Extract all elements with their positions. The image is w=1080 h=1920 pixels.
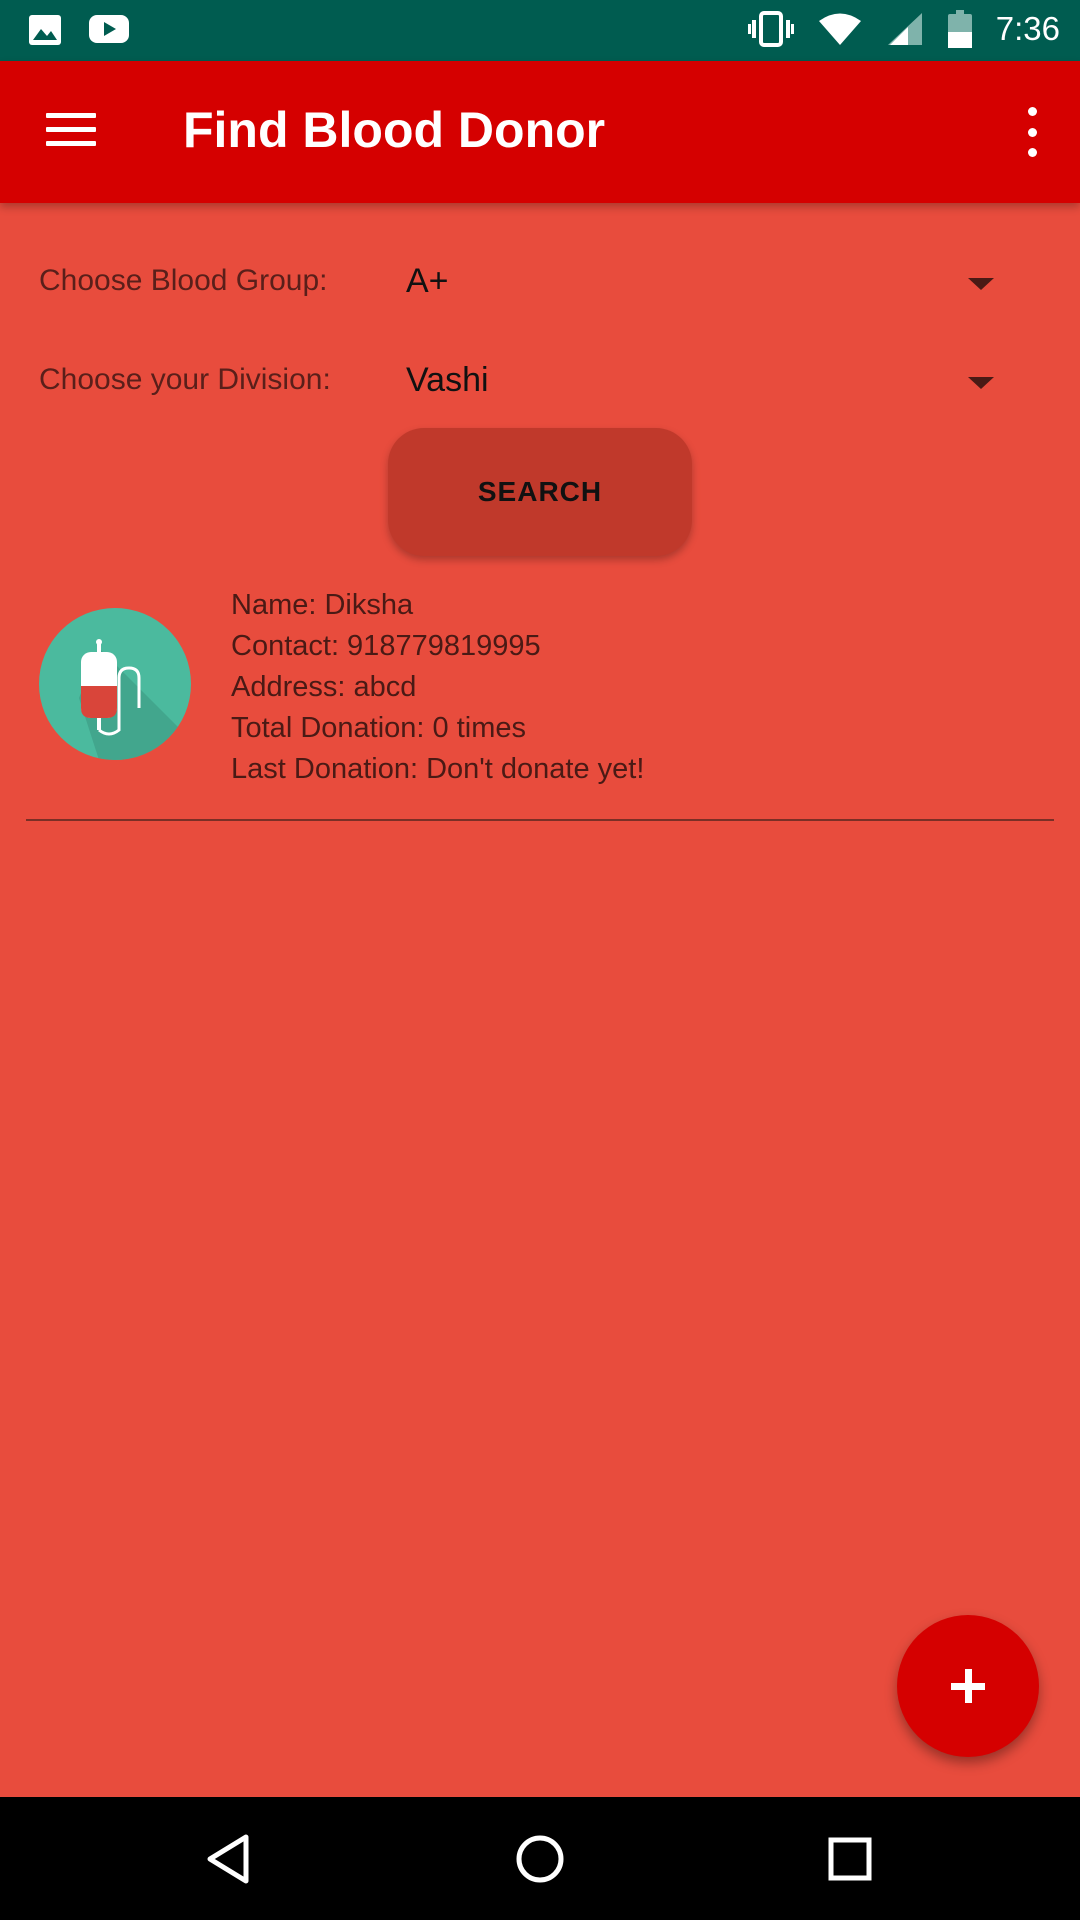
division-spinner[interactable]: Vashi [400,351,1020,411]
blood-bag-icon [39,608,191,760]
divider [26,819,1054,821]
search-button[interactable]: SEARCH [388,428,692,556]
status-time: 7:36 [995,10,1060,47]
wifi-icon [818,13,861,45]
blood-group-label: Choose Blood Group: [39,264,328,297]
signal-icon [887,13,922,45]
add-button[interactable] [897,1615,1039,1757]
vibrate-icon [747,11,794,47]
youtube-icon [89,15,129,43]
blood-group-value: A+ [406,262,449,300]
donor-last-donation: Last Donation: Don't donate yet! [231,753,645,785]
donor-total-donation: Total Donation: 0 times [231,712,526,744]
donor-name: Name: Diksha [231,589,414,621]
donor-contact: Contact: 918779819995 [231,630,541,662]
home-icon[interactable] [508,1827,572,1891]
division-value: Vashi [406,361,489,399]
chevron-down-icon [968,377,994,389]
status-bar: 7:36 [0,0,1080,61]
chevron-down-icon [968,278,994,290]
menu-icon[interactable] [46,113,96,147]
back-icon[interactable] [198,1827,262,1891]
recents-icon[interactable] [818,1827,882,1891]
blood-group-spinner[interactable]: A+ [400,252,1020,312]
donor-address: Address: abcd [231,671,417,703]
page-title: Find Blood Donor [183,102,606,158]
battery-icon [947,10,972,48]
list-item[interactable]: Name: Diksha Contact: 918779819995 Addre… [26,585,1054,821]
image-icon [29,15,61,45]
app-bar: Find Blood Donor [0,61,1080,203]
navigation-bar [0,1797,1080,1920]
more-vert-icon[interactable] [1022,107,1042,157]
division-label: Choose your Division: [39,363,331,396]
